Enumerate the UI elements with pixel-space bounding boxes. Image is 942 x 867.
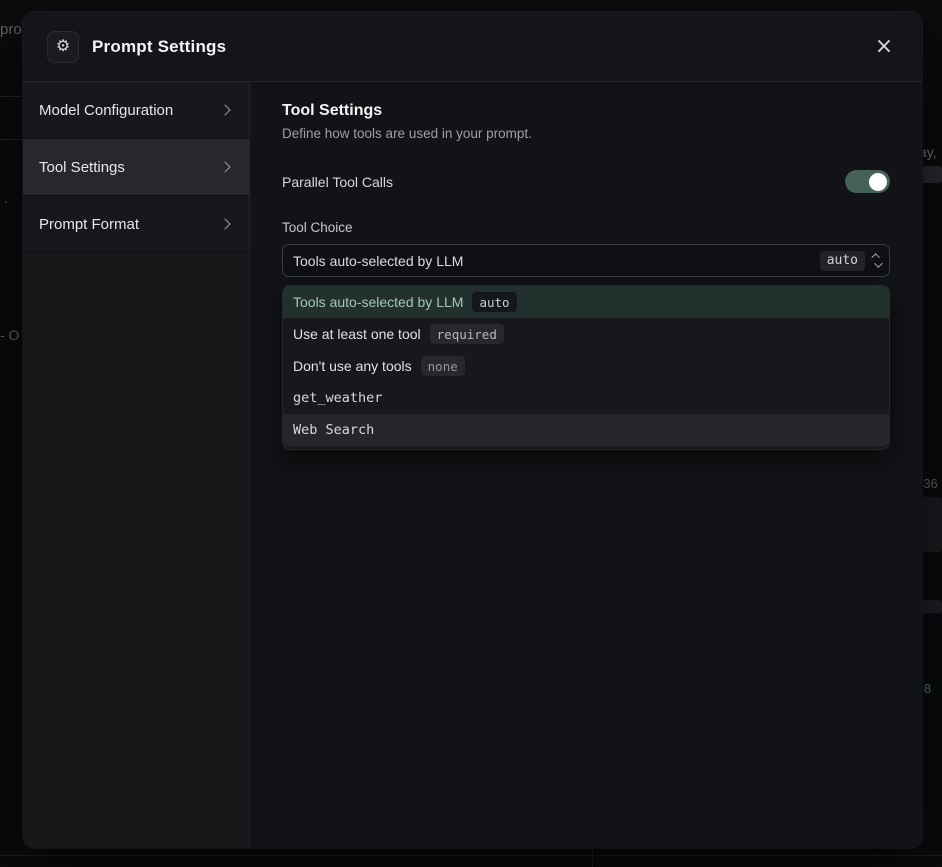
gear-icon: ⚙ xyxy=(47,31,79,63)
backdrop-text-fragment: . xyxy=(4,190,8,206)
modal-body: Model Configuration Tool Settings Prompt… xyxy=(23,82,922,848)
option-label: Web Search xyxy=(293,422,374,438)
tool-choice-select[interactable]: Tools auto-selected by LLM auto xyxy=(282,244,890,277)
settings-sidebar: Model Configuration Tool Settings Prompt… xyxy=(23,82,250,848)
option-badge: required xyxy=(430,324,504,344)
backdrop-divider xyxy=(592,848,593,867)
parallel-tool-calls-toggle[interactable] xyxy=(845,170,890,193)
dropdown-option-get-weather[interactable]: get_weather xyxy=(283,382,889,414)
option-badge: none xyxy=(421,356,465,376)
option-label: Tools auto-selected by LLM xyxy=(293,294,463,310)
modal-title: Prompt Settings xyxy=(92,37,226,57)
dropdown-option-none[interactable]: Don't use any tools none xyxy=(283,350,889,382)
chevron-right-icon xyxy=(219,218,230,229)
tool-choice-selected-value: Tools auto-selected by LLM xyxy=(293,253,820,269)
option-label: Use at least one tool xyxy=(293,326,421,342)
parallel-tool-calls-row: Parallel Tool Calls xyxy=(282,170,890,193)
dropdown-option-required[interactable]: Use at least one tool required xyxy=(283,318,889,350)
chevron-right-icon xyxy=(219,161,230,172)
dropdown-option-auto[interactable]: Tools auto-selected by LLM auto xyxy=(283,286,889,318)
modal-header: ⚙ Prompt Settings × xyxy=(23,12,922,82)
sidebar-item-model-configuration[interactable]: Model Configuration xyxy=(23,82,249,139)
backdrop-text-fragment: pro xyxy=(0,21,22,38)
panel-heading: Tool Settings xyxy=(282,102,890,120)
chevron-right-icon xyxy=(219,104,230,115)
tool-choice-selected-badge: auto xyxy=(820,251,865,271)
option-label: get_weather xyxy=(293,390,382,406)
tool-choice-dropdown: Tools auto-selected by LLM auto Use at l… xyxy=(282,285,890,450)
sidebar-item-prompt-format[interactable]: Prompt Format xyxy=(23,196,249,253)
tool-choice-label: Tool Choice xyxy=(282,220,890,235)
chevron-up-down-icon xyxy=(874,253,880,268)
panel-subheading: Define how tools are used in your prompt… xyxy=(282,126,890,141)
close-icon[interactable]: × xyxy=(870,33,898,61)
backdrop-text-fragment: - O xyxy=(0,327,19,343)
option-badge: auto xyxy=(472,292,516,312)
sidebar-item-tool-settings[interactable]: Tool Settings xyxy=(23,139,249,196)
option-label: Don't use any tools xyxy=(293,358,412,374)
sidebar-item-label: Prompt Format xyxy=(39,216,221,233)
backdrop-divider xyxy=(0,855,942,856)
prompt-settings-modal: ⚙ Prompt Settings × Model Configuration … xyxy=(23,12,922,848)
toggle-knob xyxy=(869,173,887,191)
sidebar-item-label: Tool Settings xyxy=(39,159,221,176)
parallel-tool-calls-label: Parallel Tool Calls xyxy=(282,174,393,190)
dropdown-option-web-search[interactable]: Web Search xyxy=(283,414,889,446)
tool-settings-panel: Tool Settings Define how tools are used … xyxy=(250,82,922,848)
sidebar-item-label: Model Configuration xyxy=(39,102,221,119)
